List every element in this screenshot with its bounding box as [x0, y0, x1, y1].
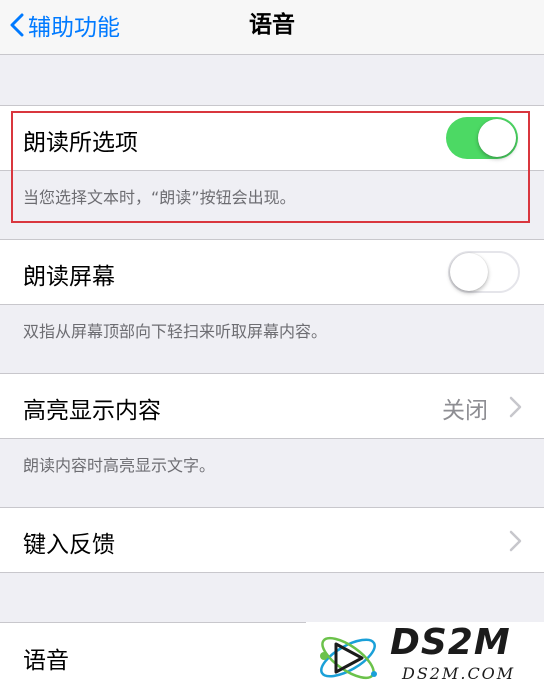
chevron-right-icon [509, 530, 522, 552]
voices-label: 语音 [23, 648, 69, 674]
highlight-content-value: 关闭 [442, 398, 488, 424]
atom-orbit-logo [320, 636, 377, 680]
back-button[interactable]: 辅助功能 [10, 8, 120, 42]
speak-selection-footer: 当您选择文本时，“朗读”按钮会出现。 [23, 188, 296, 207]
chevron-left-icon [10, 13, 24, 37]
speak-screen-label: 朗读屏幕 [23, 264, 115, 290]
speak-screen-toggle[interactable] [448, 251, 520, 293]
navigation-bar: 辅助功能 语音 [0, 0, 544, 55]
highlight-content-row[interactable]: 高亮显示内容 关闭 [0, 373, 544, 439]
back-button-label: 辅助功能 [28, 15, 120, 41]
watermark-domain: DS2M.COM [402, 664, 516, 683]
typing-feedback-label: 键入反馈 [23, 532, 115, 558]
toggle-knob [450, 253, 488, 291]
highlight-content-footer: 朗读内容时高亮显示文字。 [23, 456, 216, 475]
speak-screen-footer: 双指从屏幕顶部向下轻扫来听取屏幕内容。 [23, 322, 328, 341]
speak-selection-toggle[interactable] [446, 117, 518, 159]
chevron-right-icon [509, 396, 522, 418]
speak-selection-row: 朗读所选项 [0, 105, 544, 171]
watermark-logo: DS2M DS2M.COM [306, 622, 544, 691]
highlight-content-label: 高亮显示内容 [23, 398, 161, 424]
watermark-wordmark: DS2M [390, 622, 511, 663]
speak-screen-row: 朗读屏幕 [0, 239, 544, 305]
typing-feedback-row[interactable]: 键入反馈 [0, 507, 544, 573]
toggle-knob [478, 119, 516, 157]
speak-selection-label: 朗读所选项 [23, 130, 138, 156]
